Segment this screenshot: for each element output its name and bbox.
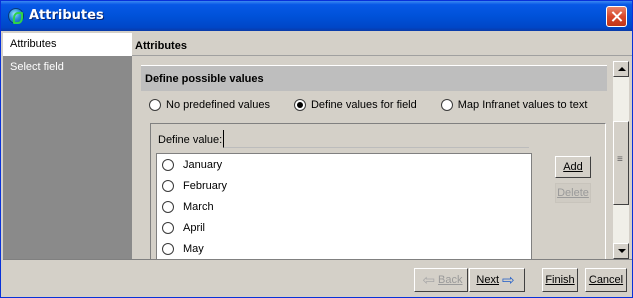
radio-indicator[interactable] <box>162 242 174 255</box>
page-title: Attributes <box>132 33 632 56</box>
wizard-sidebar: Attributes Select field <box>3 33 132 259</box>
list-item[interactable]: May <box>157 238 531 259</box>
scroll-up-icon[interactable] <box>613 61 629 77</box>
value-mode-group: No predefined values Define values for f… <box>149 99 611 111</box>
arrow-right-icon: ⇨ <box>502 272 515 289</box>
radio-indicator[interactable] <box>162 179 174 192</box>
finish-button[interactable]: Finish <box>542 268 578 292</box>
radio-indicator[interactable] <box>162 200 174 213</box>
scroll-thumb[interactable] <box>613 121 629 205</box>
list-item-label: May <box>183 242 204 255</box>
scroll-down-icon[interactable] <box>613 243 629 259</box>
define-value-label: Define value: <box>158 134 223 146</box>
attributes-dialog: Attributes Attributes Select field Attri… <box>0 0 633 298</box>
list-item-label: March <box>183 200 214 213</box>
list-item[interactable]: April <box>157 217 531 238</box>
cancel-button[interactable]: Cancel <box>585 268 627 292</box>
close-button[interactable] <box>606 6 627 27</box>
radio-define-values-for-field[interactable]: Define values for field <box>293 99 417 111</box>
finish-button-label: Finish <box>545 274 575 286</box>
radio-indicator[interactable] <box>440 99 453 111</box>
radio-indicator[interactable] <box>293 99 306 111</box>
wizard-footer: ⇦ Back Next ⇨ Finish Cancel <box>3 259 632 297</box>
cancel-button-label: Cancel <box>588 274 624 286</box>
radio-indicator[interactable] <box>162 158 174 171</box>
define-value-input[interactable] <box>223 130 529 148</box>
list-item[interactable]: March <box>157 196 531 217</box>
sidebar-item-attributes[interactable]: Attributes <box>3 33 132 56</box>
add-button[interactable]: Add <box>555 156 591 178</box>
list-item-label: February <box>183 179 228 192</box>
radio-indicator[interactable] <box>162 221 174 234</box>
title-bar[interactable]: Attributes <box>1 1 632 31</box>
radio-label: No predefined values <box>166 99 270 111</box>
sidebar-item-select-field[interactable]: Select field <box>3 56 132 79</box>
values-list[interactable]: January February March April May <box>156 153 532 260</box>
globe-icon <box>8 8 24 24</box>
radio-no-predefined-values[interactable]: No predefined values <box>149 99 270 111</box>
window-title: Attributes <box>29 8 104 23</box>
arrow-left-icon: ⇦ <box>422 272 436 289</box>
back-button-label: Back <box>438 274 463 286</box>
list-item-label: January <box>183 158 223 171</box>
scroll-pane: Define possible values No predefined val… <box>141 61 629 260</box>
list-item[interactable]: February <box>157 175 531 196</box>
next-button-label: Next <box>476 274 500 286</box>
radio-indicator[interactable] <box>149 99 161 111</box>
delete-button[interactable]: Delete <box>555 183 591 203</box>
define-values-box: Define value: January February March Apr… <box>150 123 606 260</box>
list-item-label: April <box>183 221 206 234</box>
vertical-scrollbar[interactable] <box>612 61 629 259</box>
radio-map-infranet-values[interactable]: Map Infranet values to text <box>440 99 588 111</box>
radio-label: Map Infranet values to text <box>457 99 588 111</box>
add-button-label: Add <box>563 161 583 173</box>
section-title: Define possible values <box>141 65 607 91</box>
back-button[interactable]: ⇦ Back <box>414 268 468 292</box>
radio-label: Define values for field <box>310 99 417 111</box>
next-button[interactable]: Next ⇨ <box>469 268 525 292</box>
content-panel: Attributes Define possible values No pre… <box>132 33 632 260</box>
list-item[interactable]: January <box>157 154 531 175</box>
